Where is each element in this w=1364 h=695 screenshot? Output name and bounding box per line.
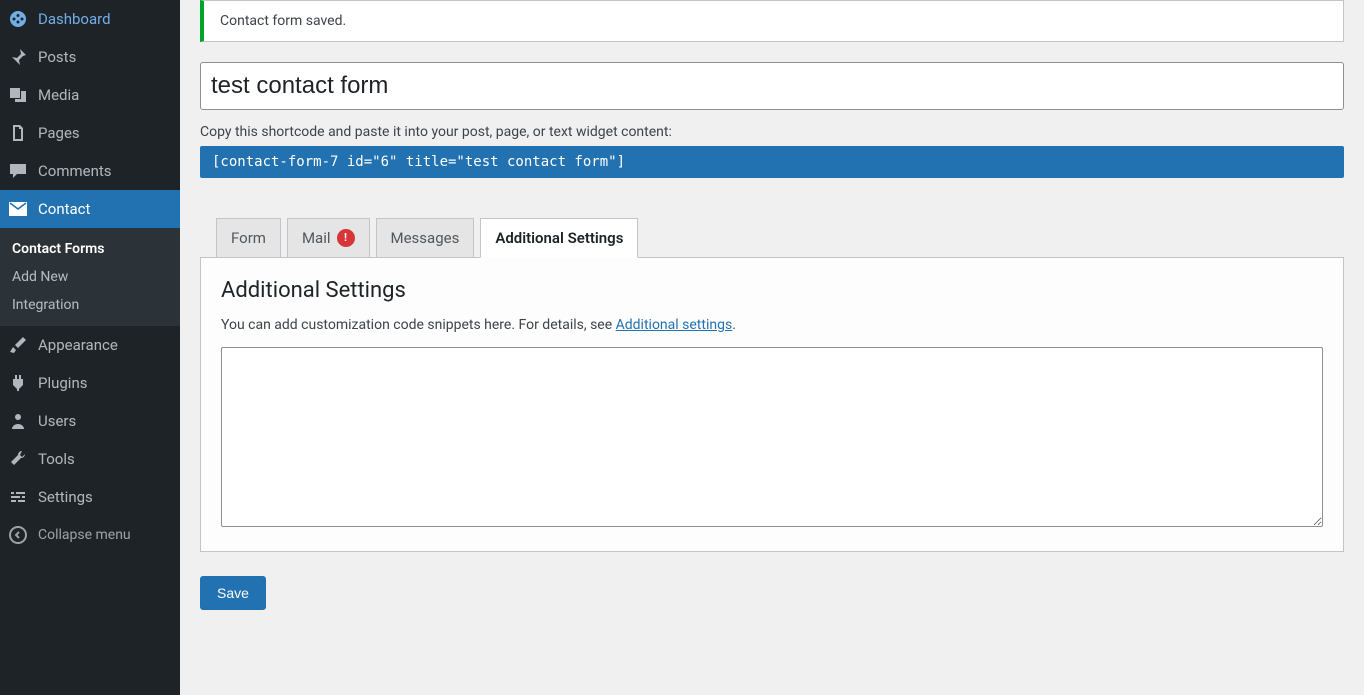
user-icon xyxy=(8,411,28,431)
tab-mail[interactable]: Mail ! xyxy=(287,218,370,257)
tab-additional-settings[interactable]: Additional Settings xyxy=(480,218,638,258)
media-icon xyxy=(8,85,28,105)
pages-icon xyxy=(8,123,28,143)
sidebar-item-label: Contact xyxy=(38,200,90,218)
sidebar-item-label: Tools xyxy=(38,450,75,468)
tab-label: Mail xyxy=(302,229,331,247)
wrench-icon xyxy=(8,449,28,469)
tab-label: Messages xyxy=(391,229,460,247)
panel-heading: Additional Settings xyxy=(221,278,1323,303)
submenu-integration[interactable]: Integration xyxy=(0,291,180,319)
sidebar-item-contact[interactable]: Contact xyxy=(0,190,180,228)
sidebar-item-users[interactable]: Users xyxy=(0,402,180,440)
shortcode-box[interactable]: [contact-form-7 id="6" title="test conta… xyxy=(200,146,1344,178)
sidebar-item-dashboard[interactable]: Dashboard xyxy=(0,0,180,38)
sidebar-item-label: Plugins xyxy=(38,374,87,392)
tab-label: Additional Settings xyxy=(495,229,623,247)
additional-settings-textarea[interactable] xyxy=(221,347,1323,527)
submenu-contact-forms[interactable]: Contact Forms xyxy=(0,235,180,263)
submenu-add-new[interactable]: Add New xyxy=(0,263,180,291)
notice-message: Contact form saved. xyxy=(220,13,346,29)
contact-submenu: Contact Forms Add New Integration xyxy=(0,228,180,326)
collapse-menu[interactable]: Collapse menu xyxy=(0,516,180,554)
sidebar-item-label: Settings xyxy=(38,488,93,506)
additional-settings-link[interactable]: Additional settings xyxy=(616,317,733,333)
tab-label: Form xyxy=(231,229,266,247)
sidebar-item-pages[interactable]: Pages xyxy=(0,114,180,152)
collapse-label: Collapse menu xyxy=(38,527,131,543)
sidebar-item-appearance[interactable]: Appearance xyxy=(0,326,180,364)
sidebar-item-label: Appearance xyxy=(38,336,118,354)
sidebar-item-tools[interactable]: Tools xyxy=(0,440,180,478)
form-tabs: Form Mail ! Messages Additional Settings xyxy=(216,218,1344,257)
sidebar-item-label: Posts xyxy=(38,48,76,66)
shortcode-label: Copy this shortcode and paste it into yo… xyxy=(200,124,1344,140)
sidebar-item-label: Comments xyxy=(38,162,112,180)
sidebar-item-posts[interactable]: Posts xyxy=(0,38,180,76)
dashboard-icon xyxy=(8,9,28,29)
sidebar-item-label: Pages xyxy=(38,124,80,142)
collapse-icon xyxy=(8,525,28,545)
pin-icon xyxy=(8,47,28,67)
brush-icon xyxy=(8,335,28,355)
comment-icon xyxy=(8,161,28,181)
sidebar-item-comments[interactable]: Comments xyxy=(0,152,180,190)
success-notice: Contact form saved. xyxy=(200,0,1344,42)
sidebar-item-label: Users xyxy=(38,412,76,430)
sidebar-item-settings[interactable]: Settings xyxy=(0,478,180,516)
mail-icon xyxy=(8,199,28,219)
sidebar-item-label: Media xyxy=(38,86,79,104)
alert-badge-icon: ! xyxy=(337,229,355,247)
sidebar-item-media[interactable]: Media xyxy=(0,76,180,114)
sliders-icon xyxy=(8,487,28,507)
desc-suffix: . xyxy=(732,317,736,333)
form-title-input[interactable] xyxy=(200,62,1344,110)
panel-description: You can add customization code snippets … xyxy=(221,317,1323,333)
tab-form[interactable]: Form xyxy=(216,218,281,257)
tab-messages[interactable]: Messages xyxy=(376,218,475,257)
main-content: Contact form saved. Copy this shortcode … xyxy=(180,0,1364,695)
plugin-icon xyxy=(8,373,28,393)
admin-sidebar: Dashboard Posts Media Pages Comments Con… xyxy=(0,0,180,695)
sidebar-item-label: Dashboard xyxy=(38,10,111,28)
additional-settings-panel: Additional Settings You can add customiz… xyxy=(200,257,1344,552)
desc-prefix: You can add customization code snippets … xyxy=(221,317,616,333)
save-button[interactable]: Save xyxy=(200,576,266,610)
sidebar-item-plugins[interactable]: Plugins xyxy=(0,364,180,402)
